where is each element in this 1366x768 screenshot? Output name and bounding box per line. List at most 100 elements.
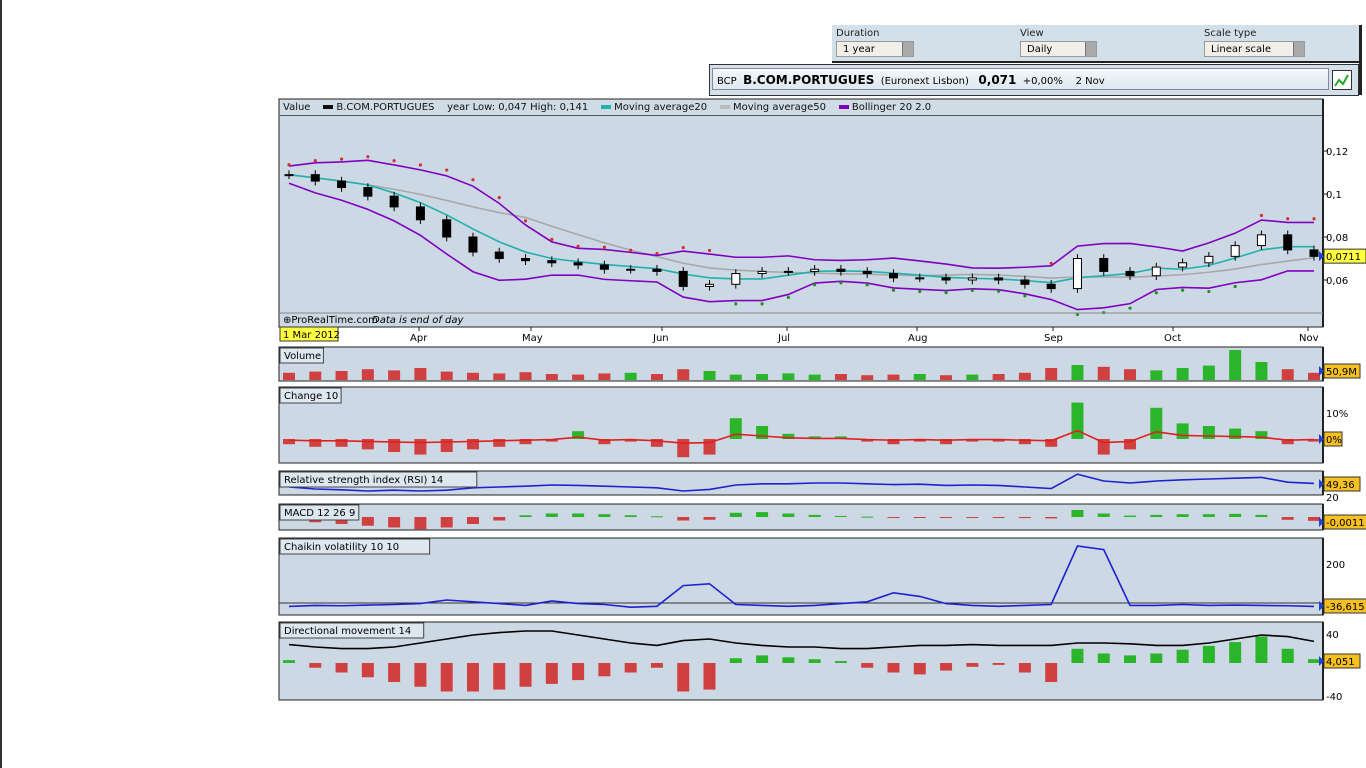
dm-bar: [283, 660, 295, 663]
volume-bar: [756, 374, 769, 380]
legend-swatch: [719, 105, 730, 109]
dm-tick-bottom: -40: [1326, 692, 1342, 703]
parabolic-sar-dot: [1049, 261, 1053, 265]
parabolic-sar-dot: [786, 295, 790, 299]
parabolic-sar-dot: [655, 251, 659, 256]
change-title: Change 10: [284, 391, 338, 402]
legend-ma50: Moving average50: [733, 102, 826, 113]
macd-bar: [624, 515, 637, 517]
change-bar: [1176, 423, 1189, 439]
parabolic-sar-dot: [523, 219, 528, 223]
macd-bar: [1176, 514, 1189, 517]
macd-bar: [703, 517, 716, 520]
dm-bar: [1308, 659, 1320, 663]
parabolic-sar-dot: [1286, 217, 1290, 221]
volume-bar: [519, 372, 532, 380]
legend-value: Value: [283, 102, 311, 113]
footer-source: ⊕ProRealTime.com: [283, 315, 378, 326]
volume-bar: [1202, 365, 1215, 380]
legend-instrument: B.COM.PORTUGUES: [336, 102, 435, 113]
candle: [1151, 266, 1161, 277]
change-bar: [677, 439, 690, 458]
candle: [941, 277, 951, 281]
chaikin-tick: 200: [1326, 560, 1345, 571]
macd-bar: [466, 517, 479, 524]
parabolic-sar-dot: [550, 237, 554, 241]
start-date: 1 Mar 2012: [283, 330, 340, 341]
change-bar: [440, 439, 453, 452]
change-panel: [278, 386, 1324, 464]
volume-bar: [677, 369, 690, 380]
macd-bar: [1308, 517, 1320, 521]
dm-bar: [624, 663, 637, 673]
dm-bar: [834, 661, 847, 663]
candle: [652, 268, 662, 272]
candle: [1309, 249, 1319, 257]
candle: [705, 283, 715, 287]
legend: Value B.COM.PORTUGUES year Low: 0,047 Hi…: [280, 100, 1322, 116]
dm-bar: [493, 663, 506, 690]
change-bar: [1150, 407, 1163, 439]
y-tick-label: 0,12: [1326, 147, 1348, 158]
macd-bar: [966, 517, 979, 518]
volume-bar: [782, 373, 795, 380]
dm-bar: [1071, 648, 1084, 663]
dm-bar: [466, 663, 479, 692]
macd-bar: [388, 517, 401, 528]
macd-bar: [545, 513, 558, 517]
candle: [1072, 258, 1082, 290]
parabolic-sar-dot: [918, 289, 922, 294]
volume-bar: [361, 369, 374, 380]
footer-note: Data is end of day: [372, 315, 465, 326]
candle: [1230, 245, 1240, 257]
dm-bar: [1176, 649, 1189, 663]
chaikin-title: Chaikin volatility 10 10: [284, 542, 399, 553]
parabolic-sar-dot: [760, 302, 764, 306]
candle: [915, 277, 925, 280]
x-tick-label: May: [522, 333, 543, 344]
x-tick-label: Jun: [652, 333, 669, 344]
volume-bar: [1150, 370, 1163, 380]
parabolic-sar-dot: [1312, 217, 1316, 221]
parabolic-sar-dot: [813, 283, 817, 287]
dm-bar: [992, 663, 1005, 665]
volume-last-value: 50,9M: [1326, 367, 1357, 378]
dm-bar: [729, 658, 742, 663]
dm-bar: [572, 663, 585, 681]
chaikin-last-value: -36,615: [1326, 602, 1365, 613]
parabolic-sar-dot: [445, 168, 449, 172]
dm-bar: [335, 663, 348, 673]
candle: [468, 236, 478, 253]
parabolic-sar-dot: [1180, 288, 1185, 292]
candle: [573, 262, 583, 266]
candle: [1099, 258, 1109, 272]
volume-bar: [1097, 366, 1110, 380]
macd-bar: [1281, 517, 1294, 520]
parabolic-sar-dot: [997, 289, 1001, 293]
dm-bar: [1255, 636, 1268, 663]
macd-bar: [361, 517, 374, 526]
change-last-value: 0%: [1326, 435, 1342, 446]
dm-bar: [966, 663, 979, 667]
volume-bar: [1255, 362, 1268, 380]
parabolic-sar-dot: [1207, 289, 1211, 294]
dm-bar: [1124, 655, 1137, 663]
candle: [1046, 283, 1056, 290]
dm-bar: [887, 663, 900, 673]
candle: [994, 277, 1004, 281]
volume-bar: [1045, 368, 1058, 380]
candle: [1125, 270, 1135, 277]
volume-bar: [887, 374, 900, 380]
volume-bar: [335, 371, 348, 380]
macd-bar: [834, 515, 847, 517]
volume-bar: [388, 370, 401, 380]
dm-tick-top: 40: [1326, 630, 1339, 641]
dm-bar: [1018, 663, 1031, 673]
parabolic-sar-dot: [471, 178, 475, 182]
legend-ma20: Moving average20: [614, 102, 708, 113]
candle: [1204, 255, 1214, 264]
parabolic-sar-dot: [1233, 284, 1237, 289]
volume-bar: [808, 374, 821, 380]
dm-bar: [756, 655, 769, 663]
macd-bar: [1150, 514, 1163, 517]
